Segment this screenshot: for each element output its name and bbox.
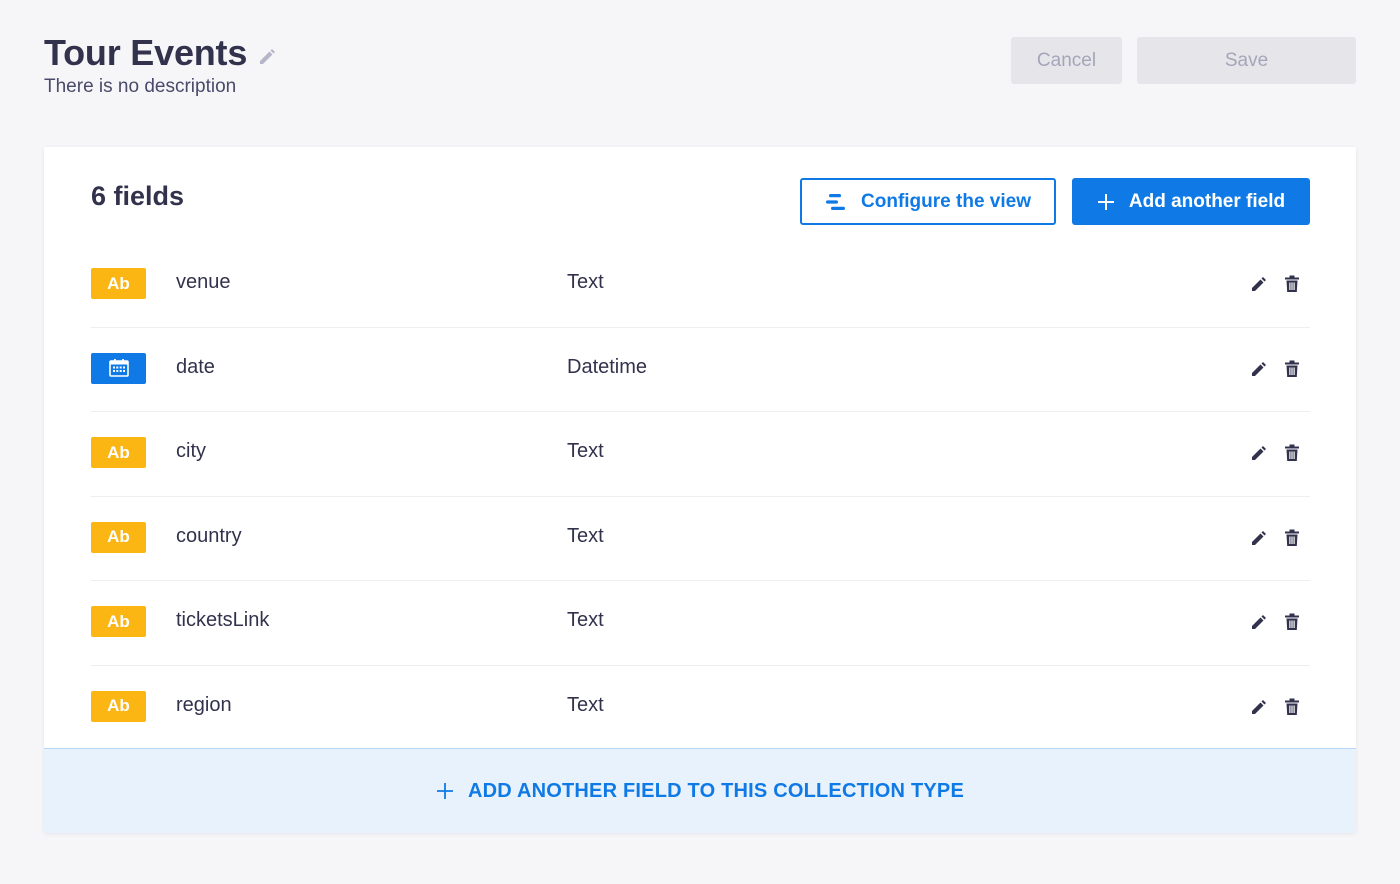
text-type-badge: Ab: [91, 437, 146, 468]
trash-icon: [1285, 613, 1299, 630]
save-button[interactable]: Save: [1137, 37, 1356, 84]
text-type-badge: Ab: [91, 606, 146, 637]
field-name: region: [176, 693, 232, 716]
edit-field-button[interactable]: [1248, 696, 1270, 718]
field-type: Datetime: [567, 355, 648, 378]
field-name: date: [176, 355, 215, 378]
trash-icon: [1285, 360, 1299, 377]
delete-field-button[interactable]: [1281, 442, 1303, 464]
list-settings-icon: [825, 193, 847, 211]
text-type-badge: Ab: [91, 521, 146, 553]
page-title-text: Tour Events: [44, 32, 248, 73]
delete-field-button[interactable]: [1281, 527, 1303, 549]
trash-icon: [1285, 698, 1299, 715]
pencil-icon: [1252, 530, 1266, 545]
add-field-to-collection-button[interactable]: ADD ANOTHER FIELD TO THIS COLLECTION TYP…: [44, 748, 1356, 833]
plus-icon: [436, 782, 454, 800]
field-type: Text: [567, 524, 604, 547]
edit-field-button[interactable]: [1248, 358, 1270, 380]
pencil-icon: [1252, 361, 1266, 376]
trash-icon: [1285, 529, 1299, 546]
add-field-to-collection-label: ADD ANOTHER FIELD TO THIS COLLECTION TYP…: [468, 779, 964, 802]
page-title: Tour Events: [44, 32, 277, 74]
text-type-badge: Ab: [91, 690, 146, 722]
add-another-field-label: Add another field: [1128, 190, 1286, 212]
delete-field-button[interactable]: [1281, 611, 1303, 633]
field-name: city: [176, 440, 206, 462]
add-another-field-button[interactable]: Add another field: [1072, 178, 1310, 225]
list-item: date Datetime: [91, 328, 1310, 412]
pencil-icon[interactable]: [257, 46, 277, 66]
list-item: Ab venue Text: [91, 243, 1310, 328]
delete-field-button[interactable]: [1281, 358, 1303, 380]
delete-field-button[interactable]: [1281, 273, 1303, 295]
pencil-icon: [1252, 615, 1266, 629]
field-type: Text: [567, 693, 604, 716]
list-item: Ab region Text: [91, 666, 1310, 751]
pencil-icon: [1252, 277, 1266, 291]
trash-icon: [1285, 275, 1299, 292]
field-name: ticketsLink: [176, 609, 270, 631]
edit-field-button[interactable]: [1248, 611, 1270, 633]
field-type: Text: [567, 609, 604, 631]
edit-field-button[interactable]: [1248, 273, 1270, 295]
trash-icon: [1285, 444, 1299, 461]
plus-icon: [1097, 193, 1115, 211]
field-name: country: [176, 524, 242, 547]
calendar-icon: [108, 359, 129, 377]
cancel-button[interactable]: Cancel: [1011, 37, 1122, 84]
field-name: venue: [176, 271, 231, 293]
configure-view-button[interactable]: Configure the view: [800, 178, 1056, 225]
edit-field-button[interactable]: [1248, 442, 1270, 464]
edit-field-button[interactable]: [1248, 527, 1270, 549]
page-description: There is no description: [44, 76, 237, 97]
date-type-badge: [91, 352, 146, 384]
fields-card: 6 fields Configure the view Add another …: [44, 147, 1356, 833]
pencil-icon: [1252, 446, 1266, 460]
list-item: Ab city Text: [91, 412, 1310, 497]
field-count: 6 fields: [91, 181, 185, 211]
pencil-icon: [1252, 699, 1266, 714]
text-type-badge: Ab: [91, 268, 146, 299]
field-type: Text: [567, 440, 604, 462]
list-item: Ab country Text: [91, 497, 1310, 581]
field-type: Text: [567, 271, 604, 293]
field-list: Ab venue Text date Datetime Ab city Text…: [91, 243, 1310, 750]
configure-view-label: Configure the view: [861, 190, 1031, 212]
list-item: Ab ticketsLink Text: [91, 581, 1310, 666]
delete-field-button[interactable]: [1281, 696, 1303, 718]
